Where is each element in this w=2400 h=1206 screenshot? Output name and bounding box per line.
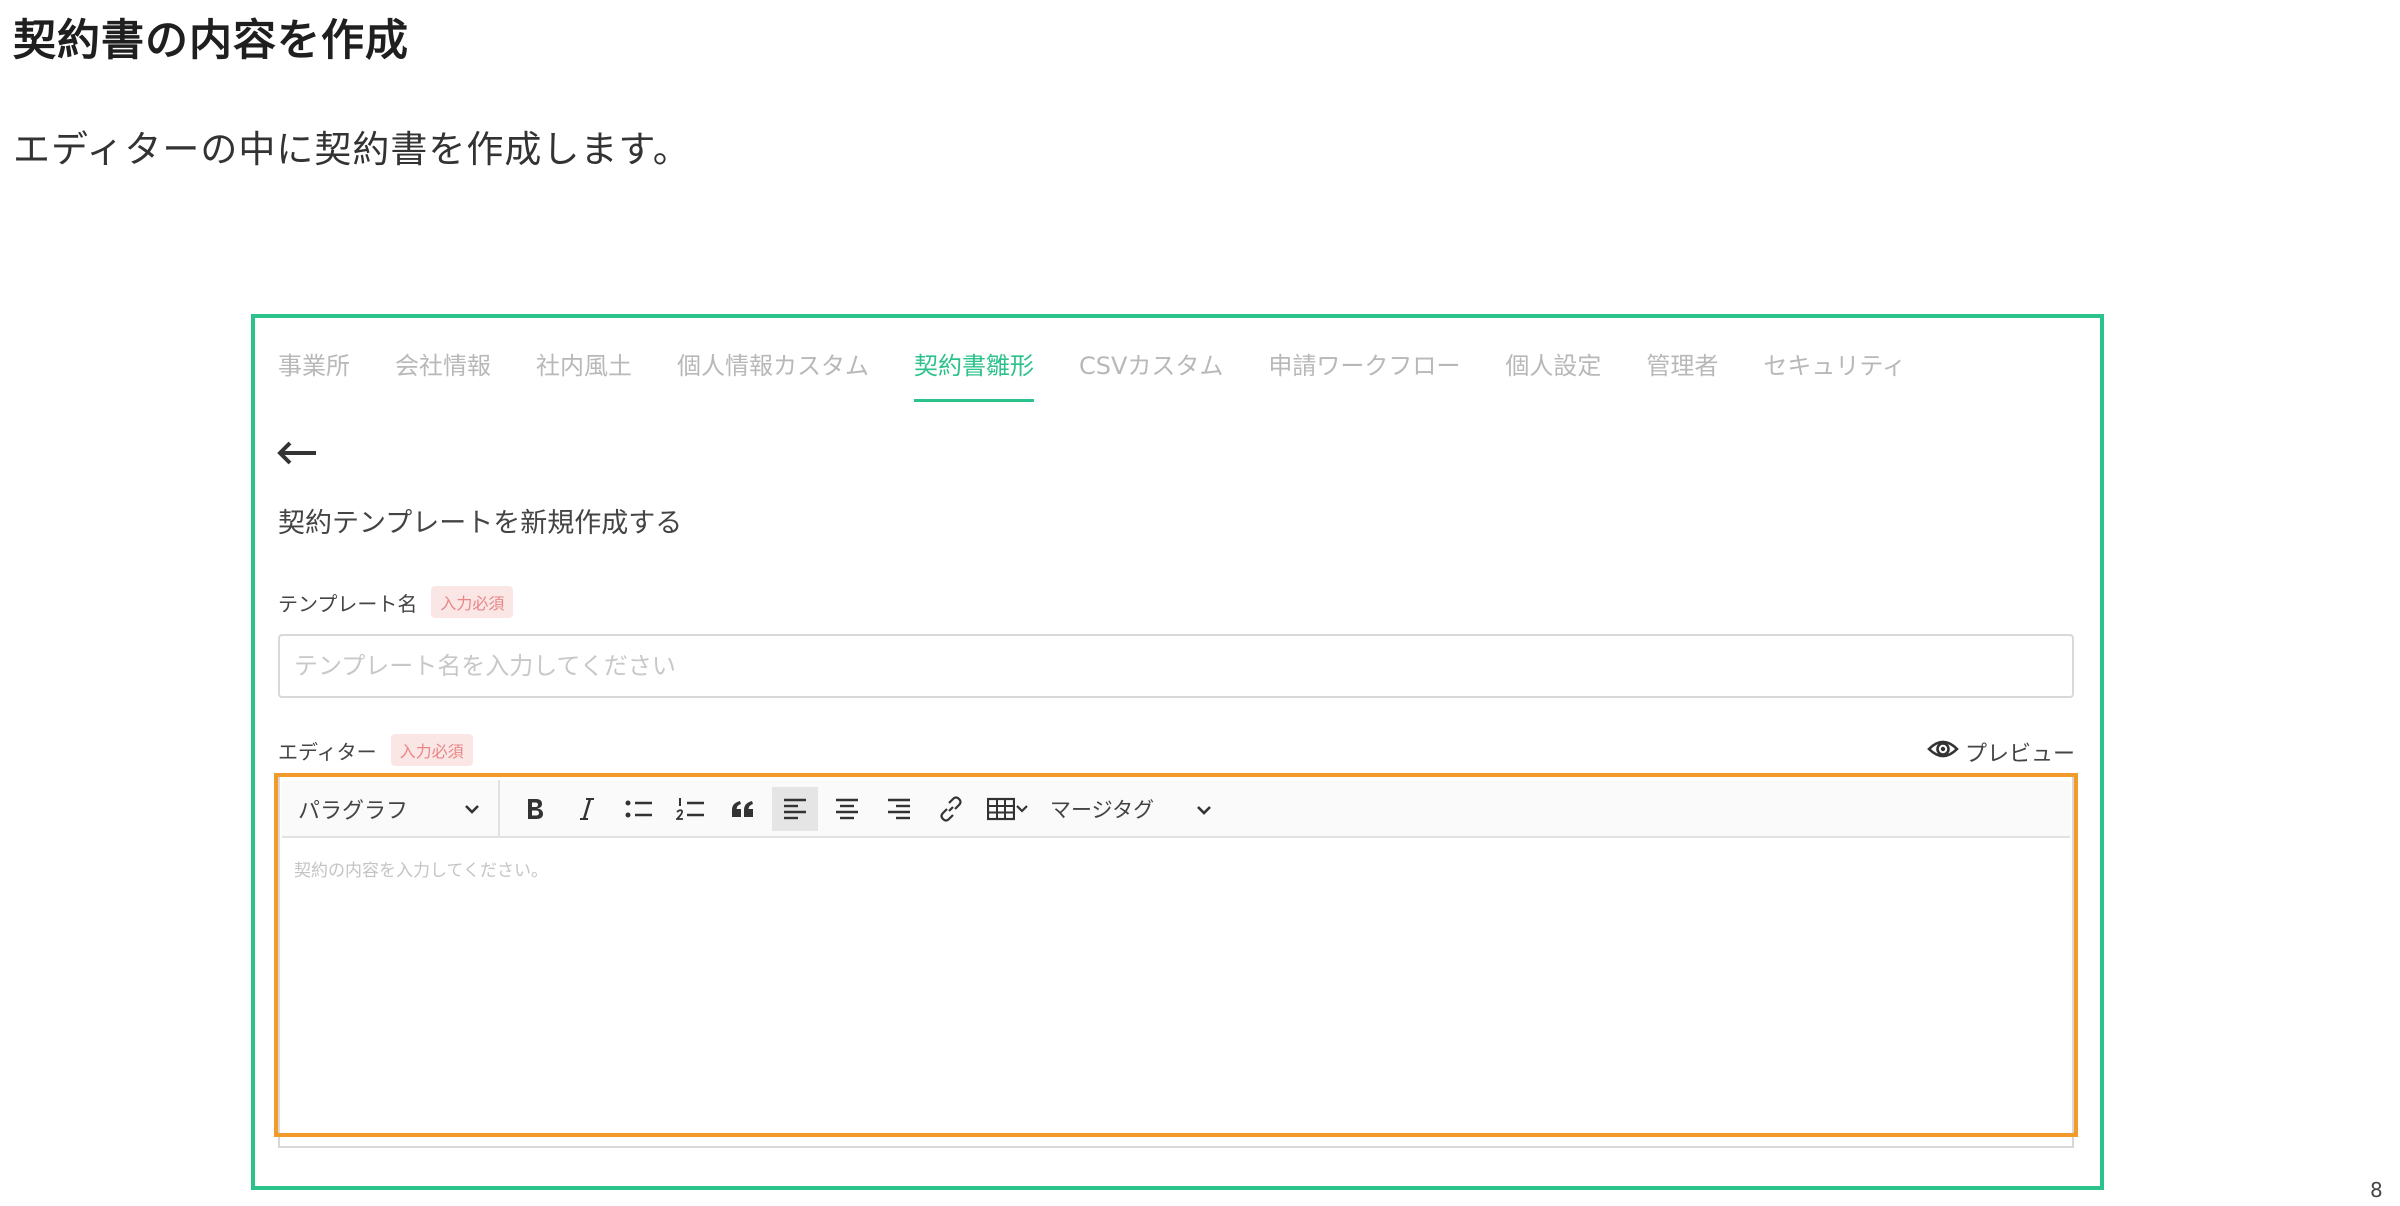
template-name-input[interactable] <box>278 634 2074 698</box>
tab-contract-templates[interactable]: 契約書雛形 <box>914 342 1034 402</box>
settings-panel: 事業所 会社情報 社内風土 個人情報カスタム 契約書雛形 CSVカスタム 申請ワ… <box>251 314 2104 1190</box>
italic-button[interactable] <box>564 787 610 831</box>
rich-text-editor: パラグラフ マージタグ 契約の内容を入力してください。 <box>274 773 2078 1137</box>
link-button[interactable] <box>928 787 974 831</box>
bold-icon <box>524 797 546 821</box>
chevron-down-icon <box>1196 797 1212 821</box>
numbered-list-button[interactable] <box>668 787 714 831</box>
editor-content-area[interactable]: 契約の内容を入力してください。 <box>282 838 2070 1129</box>
required-badge: 入力必須 <box>431 586 514 618</box>
page-title: 契約書の内容を作成 <box>13 16 409 66</box>
tab-culture[interactable]: 社内風土 <box>536 342 632 402</box>
blockquote-icon <box>730 799 756 819</box>
back-arrow-icon[interactable] <box>276 438 320 468</box>
italic-icon <box>577 797 597 821</box>
preview-label: プレビュー <box>1965 742 2076 767</box>
editor-toolbar: パラグラフ マージタグ <box>282 780 2070 838</box>
tab-csv-custom[interactable]: CSVカスタム <box>1079 342 1223 402</box>
page-description: エディターの中に契約書を作成します。 <box>13 128 691 171</box>
table-icon <box>987 797 1015 821</box>
numbered-list-icon <box>676 797 706 821</box>
align-right-button[interactable] <box>876 787 922 831</box>
editor-placeholder: 契約の内容を入力してください。 <box>294 861 548 881</box>
settings-tabs: 事業所 会社情報 社内風土 個人情報カスタム 契約書雛形 CSVカスタム 申請ワ… <box>278 342 1951 402</box>
paragraph-format-dropdown[interactable]: パラグラフ <box>282 780 500 837</box>
tab-office[interactable]: 事業所 <box>278 342 350 402</box>
bulleted-list-icon <box>624 798 654 820</box>
chevron-down-icon <box>464 796 480 821</box>
preview-button[interactable]: プレビュー <box>1927 736 2075 768</box>
tab-personal-info-custom[interactable]: 個人情報カスタム <box>677 342 869 402</box>
tab-security[interactable]: セキュリティ <box>1763 342 1906 402</box>
tab-company-info[interactable]: 会社情報 <box>395 342 491 402</box>
table-dropdown-button[interactable] <box>980 787 1036 831</box>
template-name-label-row: テンプレート名 入力必須 <box>278 586 514 618</box>
bulleted-list-button[interactable] <box>616 787 662 831</box>
chevron-down-icon <box>1015 804 1029 814</box>
link-icon <box>938 795 964 822</box>
editor-label: エディター <box>278 739 377 764</box>
align-center-icon <box>834 798 860 820</box>
align-left-icon <box>782 798 808 820</box>
eye-icon <box>1927 737 1959 767</box>
merge-tag-dropdown[interactable]: マージタグ <box>1050 787 1212 831</box>
editor-label-row: エディター 入力必須 <box>278 734 473 766</box>
merge-tag-label: マージタグ <box>1050 797 1155 822</box>
align-center-button[interactable] <box>824 787 870 831</box>
tab-workflow[interactable]: 申請ワークフロー <box>1268 342 1460 402</box>
template-name-label: テンプレート名 <box>278 591 418 616</box>
tab-admin[interactable]: 管理者 <box>1646 342 1718 402</box>
required-badge: 入力必須 <box>390 734 473 766</box>
blockquote-button[interactable] <box>720 787 766 831</box>
tab-personal-settings[interactable]: 個人設定 <box>1505 342 1601 402</box>
align-left-button[interactable] <box>772 786 818 831</box>
form-title: 契約テンプレートを新規作成する <box>278 508 683 539</box>
paragraph-format-value: パラグラフ <box>298 798 409 824</box>
page-number: 8 <box>2370 1178 2383 1202</box>
align-right-icon <box>886 798 912 820</box>
bold-button[interactable] <box>512 787 558 831</box>
